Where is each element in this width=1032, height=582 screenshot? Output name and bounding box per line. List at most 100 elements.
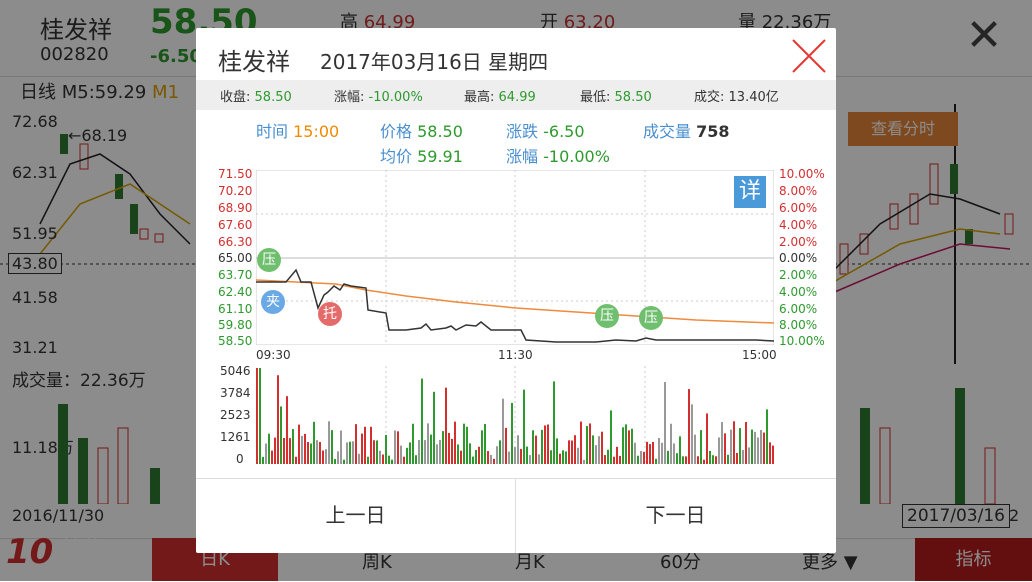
volume-bar [439,439,441,464]
volume-bar [727,454,729,464]
close-icon[interactable] [789,36,829,76]
volume-bar [682,456,684,464]
price-axis-label: 68.90 [218,201,253,215]
volume-bar [298,424,300,464]
summary-pct-label: 涨幅: [334,90,365,105]
volume-bar [400,445,402,464]
marker-jia: 夹 [261,290,285,314]
volume-bar [328,421,330,464]
info-time: 时间 15:00 [256,118,339,142]
volume-bar [403,456,405,464]
pct-axis-label: 2.00% [779,268,818,282]
volume-bar [364,426,366,464]
price-axis-label: 71.50 [218,167,253,181]
volume-bar [592,435,594,464]
price-axis-label: 58.50 [218,334,253,348]
volume-bar [724,433,726,464]
price-axis-label: 59.80 [218,318,253,332]
volume-bar [370,426,372,464]
volume-axis-label: 5046 [220,364,251,378]
volume-bar [544,425,546,464]
volume-bar [445,387,447,464]
price-axis-label: 66.30 [218,235,253,249]
volume-bar [694,434,696,464]
volume-bar [772,445,774,464]
volume-bar [481,430,483,464]
volume-bar [502,398,504,464]
volume-bar [493,458,495,464]
summary-pct-value: -10.00% [368,90,423,105]
volume-bar [469,443,471,464]
volume-bar [640,451,642,464]
volume-bar [565,451,567,464]
volume-bar [415,455,417,464]
summary-low-value: 58.50 [614,90,652,105]
volume-bar [427,423,429,464]
volume-axis-label: 1261 [220,430,251,444]
volume-bar [457,444,459,464]
volume-bar [355,424,357,464]
volume-bar [310,443,312,464]
volume-bar [487,451,489,464]
volume-bar [430,434,432,464]
summary-close-label: 收盘: [220,90,251,105]
volume-bar [763,432,765,464]
volume-bar [628,430,630,464]
volume-bar [658,438,660,464]
volume-bar [379,450,381,464]
volume-bar [274,437,276,464]
volume-bar [718,437,720,464]
time-axis-label: 15:00 [742,348,777,362]
time-axis-label: 11:30 [498,348,533,362]
volume-bar [412,423,414,464]
volume-bar [325,449,327,464]
volume-bar [769,442,771,464]
volume-bar [406,447,408,464]
volume-bar [748,447,750,464]
marker-press: 压 [257,248,281,272]
price-axis-label: 62.40 [218,285,253,299]
summary-close: 收盘: 58.50 [220,86,292,105]
pct-axis-label: 6.00% [779,201,818,215]
volume-bar [577,447,579,464]
volume-bar [460,450,462,464]
volume-bar [736,452,738,464]
volume-bar [535,435,537,464]
volume-bar [541,429,543,464]
volume-bar [256,368,258,464]
volume-bar [385,435,387,464]
volume-bar [616,446,618,464]
volume-bar [619,455,621,464]
volume-bar [634,442,636,464]
volume-bar [508,451,510,464]
volume-bar [520,448,522,464]
volume-bar [700,430,702,464]
volume-bar [268,433,270,464]
volume-bar [433,391,435,464]
volume-bar [583,459,585,464]
detail-button[interactable]: 详 [734,176,766,208]
volume-bar [526,446,528,464]
next-day-button[interactable]: 下一日 [516,478,835,553]
summary-high-label: 最高: [464,90,495,105]
volume-bar [751,429,753,464]
pct-axis-label: 8.00% [779,318,818,332]
volume-bar [448,432,450,464]
intraday-volume-chart [256,366,774,464]
summary-pct: 涨幅: -10.00% [334,86,423,105]
info-pct-label: 涨幅 [506,147,539,166]
volume-bar [745,422,747,464]
volume-bar [670,423,672,464]
volume-bar [610,410,612,464]
prev-day-button[interactable]: 上一日 [196,478,515,553]
volume-bar [664,382,666,464]
volume-bar [676,453,678,464]
info-price: 价格 58.50 [380,118,463,142]
volume-bar [667,450,669,464]
info-time-label: 时间 [256,122,289,141]
info-avg-value: 59.91 [417,147,463,166]
marker-press: 压 [595,304,619,328]
volume-bar [475,449,477,464]
volume-bar [421,378,423,464]
volume-bar [331,430,333,464]
